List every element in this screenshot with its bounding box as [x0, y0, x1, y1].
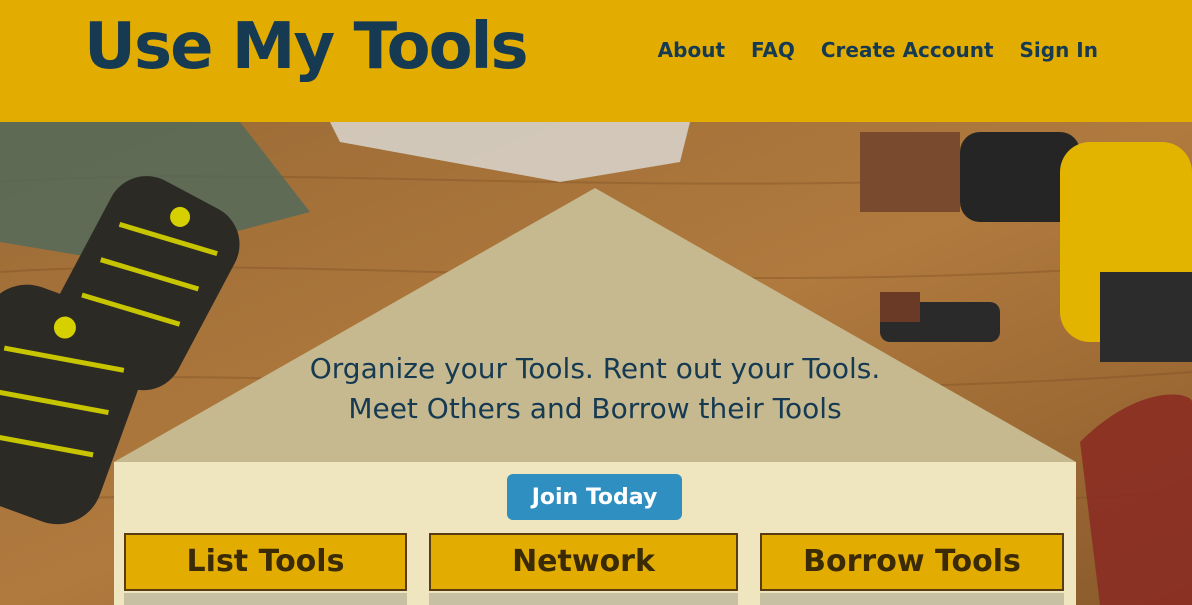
- borrow-tools-card-footer: [760, 593, 1064, 605]
- hero-section: Organize your Tools. Rent out your Tools…: [0, 122, 1192, 605]
- nav-faq-link[interactable]: FAQ: [751, 38, 795, 62]
- nav-about-link[interactable]: About: [658, 38, 725, 62]
- nav-sign-in-link[interactable]: Sign In: [1020, 38, 1098, 62]
- site-logo[interactable]: Use My Tools: [84, 10, 529, 84]
- list-tools-card[interactable]: List Tools: [124, 533, 407, 591]
- network-card[interactable]: Network: [429, 533, 738, 591]
- site-header: Use My Tools About FAQ Create Account Si…: [0, 0, 1192, 122]
- nav-create-account-link[interactable]: Create Account: [821, 38, 994, 62]
- main-nav: About FAQ Create Account Sign In: [658, 38, 1098, 62]
- hero-tagline: Organize your Tools. Rent out your Tools…: [195, 349, 995, 429]
- network-card-footer: [429, 593, 738, 605]
- tagline-line-1: Organize your Tools. Rent out your Tools…: [309, 352, 881, 385]
- list-tools-card-footer: [124, 593, 407, 605]
- join-today-button[interactable]: Join Today: [507, 474, 682, 520]
- tagline-line-2: Meet Others and Borrow their Tools: [348, 392, 842, 425]
- borrow-tools-card[interactable]: Borrow Tools: [760, 533, 1064, 591]
- house-body-panel: Join Today List Tools Network Borrow Too…: [114, 462, 1076, 605]
